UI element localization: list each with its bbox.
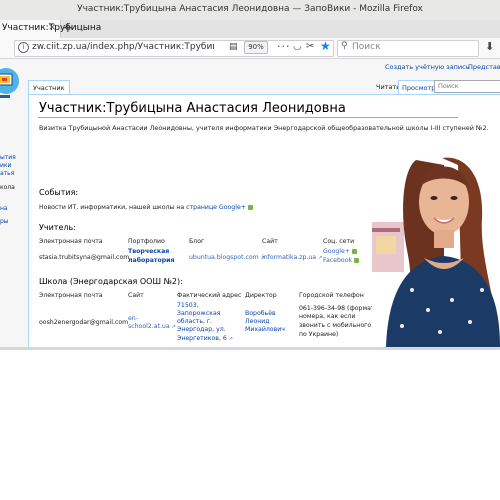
teacher-col-site: Сайт bbox=[262, 238, 278, 245]
login-link[interactable]: Представиться bbox=[468, 63, 500, 71]
director-line[interactable]: Воробьёв bbox=[245, 310, 276, 317]
portfolio-link-line1[interactable]: Творческая bbox=[128, 248, 169, 255]
external-link-icon: ↗ bbox=[318, 255, 323, 261]
portrait-photo bbox=[372, 140, 500, 347]
page-title: Участник:Трубицына Анастасия Леонидовна bbox=[39, 101, 346, 116]
download-icon[interactable]: ⬇ bbox=[485, 40, 494, 53]
school-site-link-line1[interactable]: en- bbox=[128, 315, 138, 322]
google-plus-icon bbox=[352, 248, 358, 254]
sidebar-link-article[interactable]: атья bbox=[0, 170, 14, 177]
create-account-link[interactable]: Создать учётную запись bbox=[385, 63, 470, 71]
school-col-email: Электронная почта bbox=[39, 292, 103, 299]
search-placeholder: Поиск bbox=[352, 42, 381, 52]
google-plus-page-link[interactable]: странице Google+ bbox=[186, 204, 246, 211]
portfolio-link-line2[interactable]: лаборатория bbox=[128, 257, 174, 264]
school-site-link-line2[interactable]: school2.at.ua ↗ bbox=[128, 323, 176, 330]
blog-link[interactable]: ubuntua.blogspot.com ↗ bbox=[189, 254, 265, 261]
school-col-address: Фактический адрес bbox=[177, 292, 242, 299]
blank-area bbox=[0, 350, 500, 500]
address-line[interactable]: Энергетиков, 6 ↗ bbox=[177, 335, 233, 342]
bookmark-star-icon[interactable]: ★ bbox=[320, 39, 331, 53]
reader-view-icon[interactable]: ▤ bbox=[229, 42, 238, 52]
search-icon: ⚲ bbox=[341, 41, 348, 51]
address-line-text[interactable]: Энергетиков, 6 bbox=[177, 335, 227, 342]
wiki-logo-icon[interactable] bbox=[0, 63, 20, 109]
facebook-icon bbox=[354, 257, 360, 263]
window-title: Участник:Трубицына Анастасия Леонидовна … bbox=[77, 4, 423, 14]
title-bar: Участник:Трубицына Анастасия Леонидовна … bbox=[0, 0, 500, 21]
close-icon[interactable]: × bbox=[48, 22, 56, 33]
school-col-phone: Городской телефон bbox=[299, 292, 364, 299]
external-link-icon: ↗ bbox=[171, 324, 176, 330]
intro-text: Визитка Трубицыной Анастасии Леонидовны,… bbox=[39, 124, 489, 132]
tab-user-page[interactable]: Участник bbox=[28, 80, 70, 95]
phone-line: звонить с мобильного bbox=[299, 322, 372, 329]
browser-tab[interactable]: Участник:Трубицына × bbox=[0, 20, 101, 38]
phone-line: 061-396-34-98 (формат bbox=[299, 305, 375, 312]
address-line[interactable]: область, г. bbox=[177, 318, 212, 325]
browser-window: Участник:Трубицына Анастасия Леонидовна … bbox=[0, 0, 500, 350]
address-line[interactable]: Энергодар, ул. bbox=[177, 326, 226, 333]
events-line: Новости ИТ, информатики, нашей школы на … bbox=[39, 204, 253, 211]
google-plus-text[interactable]: Google+ bbox=[323, 248, 350, 255]
zoom-level[interactable]: 90% bbox=[244, 41, 268, 54]
sidebar-link-main[interactable]: на bbox=[0, 205, 8, 212]
info-icon[interactable]: i bbox=[18, 42, 29, 53]
new-tab-button[interactable]: + bbox=[62, 20, 74, 36]
school-col-director: Директор bbox=[245, 292, 277, 299]
events-text: Новости ИТ, информатики, нашей школы на bbox=[39, 204, 185, 211]
sidebar-link-tools[interactable]: ры bbox=[0, 218, 9, 225]
url-text[interactable]: zw.ciit.zp.ua/index.php/Участник:Трубицы… bbox=[32, 42, 214, 52]
director-line[interactable]: Леонид bbox=[245, 318, 270, 325]
facebook-text[interactable]: Facebook bbox=[323, 257, 352, 264]
external-link-icon: ↗ bbox=[228, 336, 233, 342]
google-plus-icon bbox=[247, 204, 253, 210]
teacher-col-blog: Блог bbox=[189, 238, 205, 245]
sidebar-link-events[interactable]: ытия bbox=[0, 154, 16, 161]
site-link-text[interactable]: informatika.zp.ua bbox=[262, 254, 316, 261]
teacher-heading: Учитель: bbox=[39, 223, 76, 232]
facebook-link[interactable]: Facebook bbox=[323, 257, 360, 264]
school-heading: Школа (Энергодарская ООШ №2): bbox=[39, 277, 183, 286]
teacher-col-email: Электронная почта bbox=[39, 238, 103, 245]
sidebar-link-wiki[interactable]: ики bbox=[0, 162, 11, 169]
wiki-search-input[interactable]: Поиск bbox=[434, 80, 500, 93]
school-col-site: Сайт bbox=[128, 292, 144, 299]
screenshot-icon[interactable]: ✂ bbox=[306, 41, 314, 52]
site-link[interactable]: informatika.zp.ua ↗ bbox=[262, 254, 322, 261]
pocket-icon[interactable]: ◡ bbox=[293, 41, 302, 52]
events-heading: События: bbox=[39, 188, 79, 197]
school-email: oosh2energodar@gmail.com bbox=[39, 319, 129, 326]
google-plus-link[interactable]: Google+ bbox=[323, 248, 358, 255]
teacher-col-portfolio: Портфолио bbox=[128, 238, 165, 245]
teacher-email: stasia.trubitsyna@gmail.com bbox=[39, 254, 130, 261]
phone-line: по Украине) bbox=[299, 331, 339, 338]
page-actions-icon[interactable]: ··· bbox=[277, 40, 291, 53]
phone-line: номера, как если bbox=[299, 313, 356, 320]
school-site-text[interactable]: school2.at.ua bbox=[128, 323, 170, 330]
address-line[interactable]: 71503, bbox=[177, 302, 199, 309]
address-line[interactable]: Запорожская bbox=[177, 310, 221, 317]
sidebar-heading-school: кола bbox=[0, 184, 15, 191]
title-divider bbox=[38, 117, 458, 118]
teacher-col-social: Соц. сети bbox=[323, 238, 355, 245]
blog-link-text[interactable]: ubuntua.blogspot.com bbox=[189, 254, 259, 261]
director-line[interactable]: Михайлович bbox=[245, 326, 285, 333]
